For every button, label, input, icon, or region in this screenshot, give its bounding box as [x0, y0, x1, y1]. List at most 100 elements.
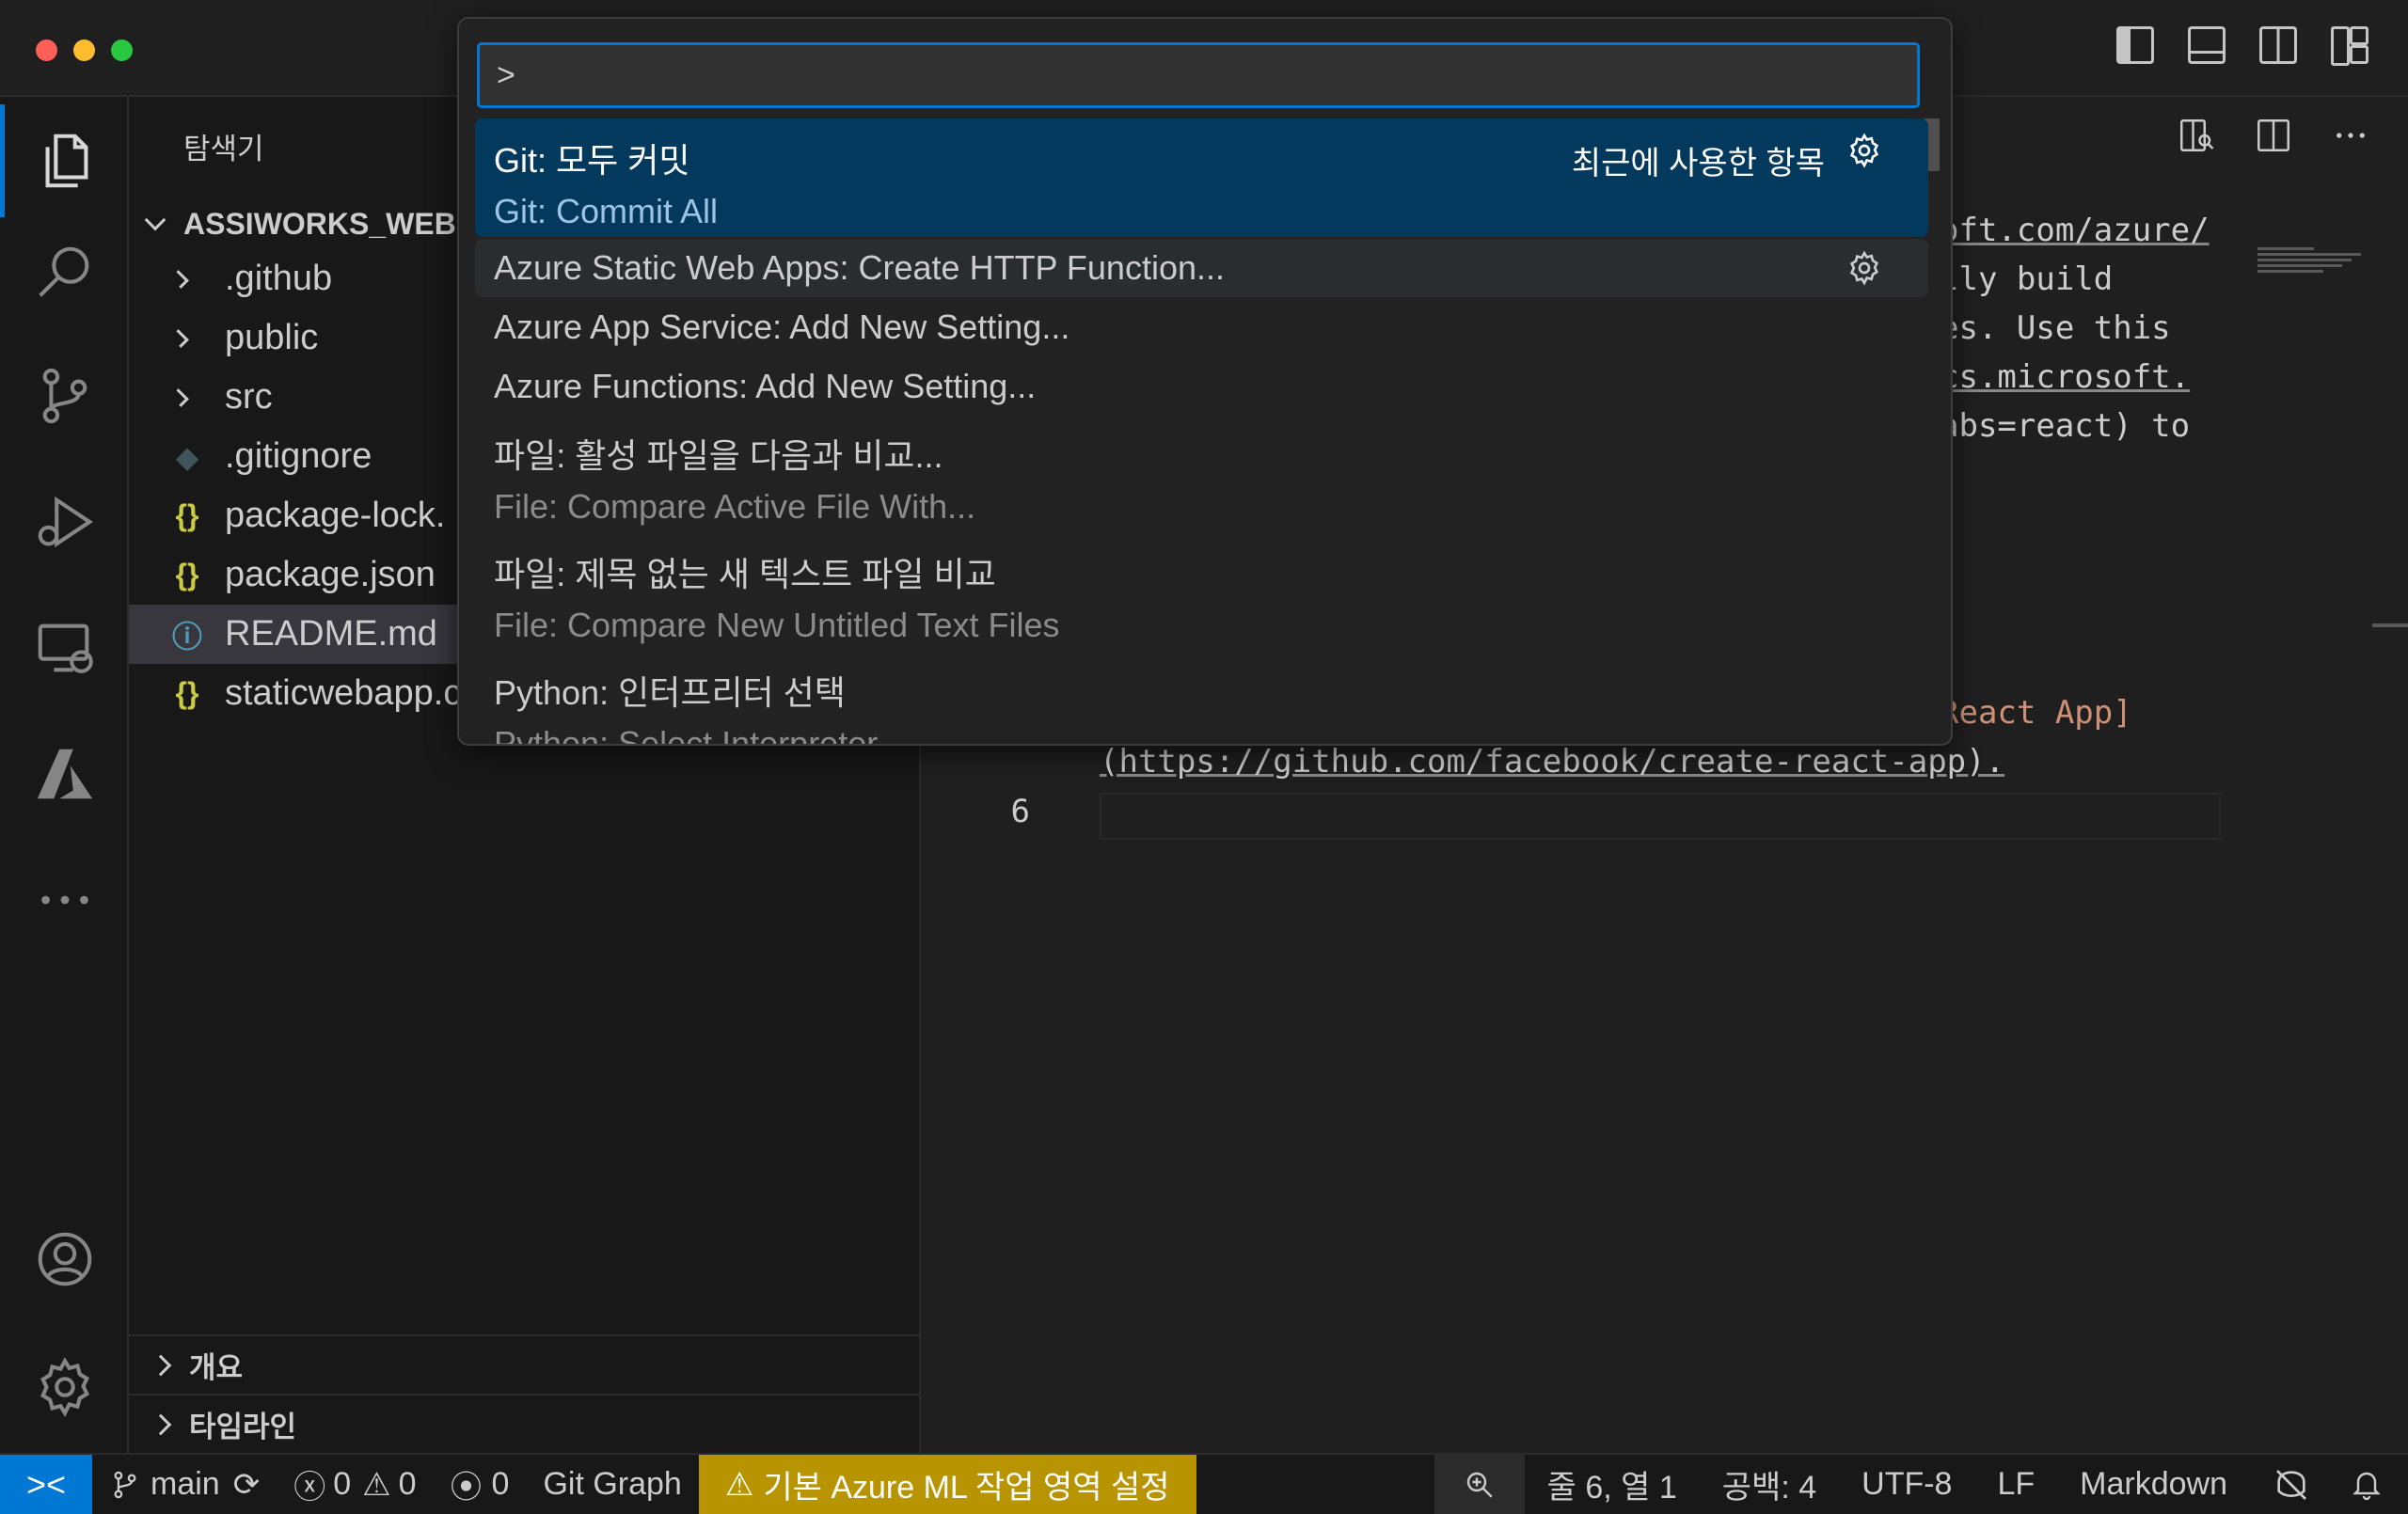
- ports-indicator[interactable]: ⦿ 0: [434, 1455, 527, 1514]
- chevron-right-icon: [170, 269, 189, 289]
- toggle-primary-sidebar-icon[interactable]: [2116, 26, 2154, 64]
- chevron-down-icon: [144, 209, 166, 231]
- notifications-bell-icon[interactable]: [2333, 1455, 2408, 1514]
- zoom-icon[interactable]: [1434, 1455, 1525, 1514]
- remote-explorer-icon[interactable]: [0, 591, 129, 704]
- split-editor-icon[interactable]: [2254, 116, 2293, 165]
- code-line: oft.com/azure/: [1940, 212, 2210, 249]
- more-actions-icon[interactable]: [2331, 116, 2370, 165]
- minimap[interactable]: [2258, 247, 2370, 285]
- scrollbar[interactable]: [2372, 623, 2408, 627]
- configure-keybinding-gear-icon[interactable]: [1846, 132, 1883, 169]
- error-count: 0: [333, 1466, 352, 1502]
- git-graph-button[interactable]: Git Graph: [526, 1455, 698, 1514]
- encoding[interactable]: UTF-8: [1839, 1455, 1974, 1514]
- remote-icon: ><: [25, 1464, 67, 1504]
- tree-item-label: staticwebapp.c: [225, 673, 462, 713]
- command-detail: Git: Commit All: [494, 192, 719, 230]
- workspace-root[interactable]: ASSIWORKS_WEB: [142, 200, 456, 247]
- chevron-right-icon: [170, 387, 189, 407]
- accounts-icon[interactable]: [0, 1203, 129, 1316]
- end-of-line[interactable]: LF: [1974, 1455, 2057, 1514]
- toggle-secondary-sidebar-icon[interactable]: [2259, 26, 2297, 64]
- sidebar-title: 탐색기: [183, 133, 264, 166]
- open-preview-icon[interactable]: [2177, 116, 2216, 165]
- command-input[interactable]: [477, 42, 1920, 108]
- info-file-icon: ⓘ: [171, 619, 202, 654]
- command-label: Azure App Service: Add New Setting...: [494, 307, 1070, 346]
- timeline-section[interactable]: 타임라인: [129, 1394, 921, 1453]
- outline-section[interactable]: 개요: [129, 1334, 921, 1394]
- tree-item-label: package-lock.: [225, 496, 446, 535]
- json-file-icon: {}: [175, 498, 199, 532]
- chevron-right-icon: [150, 1354, 172, 1376]
- activity-bar: [0, 97, 129, 1453]
- command-label: Azure Static Web Apps: Create HTTP Funct…: [494, 248, 1226, 287]
- tree-item-label: README.md: [225, 614, 437, 654]
- tree-item-label: .gitignore: [225, 436, 372, 476]
- remote-indicator[interactable]: ><: [0, 1455, 92, 1514]
- ports-count: 0: [491, 1466, 510, 1502]
- chevron-right-icon: [150, 1413, 172, 1435]
- code-line: es. Use this: [1940, 309, 2171, 347]
- close-window-button[interactable]: [36, 39, 57, 61]
- azure-ml-workspace-warning[interactable]: ⚠ 기본 Azure ML 작업 영역 설정: [698, 1455, 1196, 1514]
- code-line: (https://github.com/facebook/create-reac…: [1100, 743, 2005, 781]
- run-debug-icon[interactable]: [0, 465, 129, 578]
- command-label: 파일: 활성 파일을 다음과 비교...: [494, 436, 943, 475]
- maximize-window-button[interactable]: [111, 39, 133, 61]
- broadcast-icon: ⦿: [450, 1470, 483, 1506]
- command-label: 파일: 제목 없는 새 텍스트 파일 비교: [494, 555, 996, 593]
- azure-icon[interactable]: [0, 718, 129, 830]
- branch-indicator[interactable]: main ⟳: [92, 1455, 277, 1514]
- azure-ml-warning-label: 기본 Azure ML 작업 영역 설정: [763, 1470, 1170, 1506]
- json-file-icon: {}: [175, 558, 199, 591]
- command-detail: Python: Select Interpreter: [494, 724, 879, 746]
- explorer-icon[interactable]: [0, 104, 129, 217]
- customize-layout-icon[interactable]: [2331, 26, 2368, 66]
- copilot-icon[interactable]: [2250, 1455, 2333, 1514]
- command-item-azure-app-service-setting[interactable]: Azure App Service: Add New Setting...: [475, 297, 1928, 356]
- command-item-azure-swa-create-function[interactable]: Azure Static Web Apps: Create HTTP Funct…: [475, 239, 1928, 297]
- warning-icon: ⚠: [362, 1466, 391, 1503]
- git-file-icon: ◆: [175, 439, 199, 474]
- tree-item-label: package.json: [225, 555, 436, 594]
- command-item-compare-untitled-files[interactable]: 파일: 제목 없는 새 텍스트 파일 비교 File: Compare New …: [475, 534, 1928, 653]
- tree-item-label: public: [225, 318, 319, 357]
- code-line: React App]: [1940, 694, 2132, 732]
- warning-count: 0: [398, 1466, 417, 1502]
- language-mode[interactable]: Markdown: [2057, 1455, 2250, 1514]
- command-item-git-commit-all[interactable]: Git: 모두 커밋 Git: Commit All 최근에 사용한 항목: [475, 118, 1928, 237]
- code-line: abs=react) to: [1940, 407, 2191, 445]
- json-file-icon: {}: [175, 676, 199, 710]
- minimize-window-button[interactable]: [73, 39, 95, 61]
- command-item-compare-active-file[interactable]: 파일: 활성 파일을 다음과 비교... File: Compare Activ…: [475, 416, 1928, 534]
- timeline-label: 타임라인: [189, 1411, 297, 1443]
- current-line-highlight: [1100, 793, 2221, 840]
- more-icon[interactable]: [0, 844, 129, 956]
- command-item-python-select-interpreter[interactable]: Python: 인터프리터 선택 Python: Select Interpre…: [475, 653, 1928, 746]
- indentation[interactable]: 공백: 4: [1700, 1455, 1839, 1514]
- command-list: Git: 모두 커밋 Git: Commit All 최근에 사용한 항목 Az…: [475, 118, 1928, 746]
- search-icon[interactable]: [0, 217, 129, 330]
- command-item-azure-functions-setting[interactable]: Azure Functions: Add New Setting...: [475, 356, 1928, 416]
- source-control-icon[interactable]: [0, 339, 129, 452]
- command-detail: File: Compare Active File With...: [494, 487, 976, 526]
- line-number: 6: [1010, 793, 1030, 830]
- code-line: lly build: [1940, 260, 2114, 298]
- branch-name: main: [150, 1466, 220, 1502]
- command-palette: Git: 모두 커밋 Git: Commit All 최근에 사용한 항목 Az…: [457, 17, 1953, 746]
- error-icon: ⓧ: [293, 1470, 326, 1506]
- command-label: Azure Functions: Add New Setting...: [494, 366, 1037, 405]
- chevron-right-icon: [170, 328, 189, 348]
- workspace-root-label: ASSIWORKS_WEB: [183, 206, 456, 241]
- command-label: Python: 인터프리터 선택: [494, 673, 846, 712]
- problems-indicator[interactable]: ⓧ 0 ⚠ 0: [277, 1455, 433, 1514]
- configure-keybinding-gear-icon[interactable]: [1846, 249, 1883, 287]
- cursor-position[interactable]: 줄 6, 열 1: [1525, 1455, 1700, 1514]
- warning-triangle-icon: ⚠: [724, 1466, 754, 1503]
- tree-item-label: src: [225, 377, 273, 417]
- manage-gear-icon[interactable]: [0, 1331, 129, 1443]
- toggle-panel-icon[interactable]: [2188, 26, 2226, 64]
- sync-icon[interactable]: ⟳: [233, 1466, 261, 1504]
